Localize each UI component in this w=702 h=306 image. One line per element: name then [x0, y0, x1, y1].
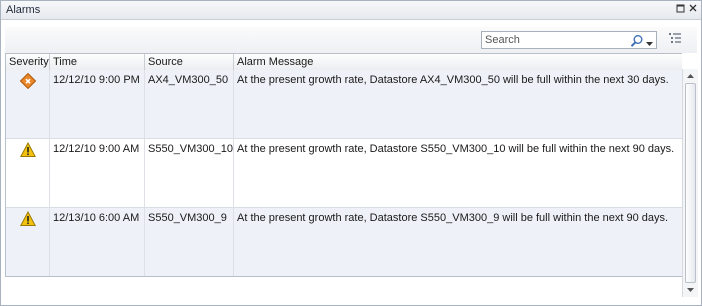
critical-diamond-icon [19, 72, 36, 90]
window-restore-icon[interactable] [675, 3, 687, 15]
severity-cell [6, 70, 50, 138]
source-cell: S550_VM300_10 [145, 139, 234, 207]
column-header-source[interactable]: Source [145, 54, 234, 70]
message-cell: At the present growth rate, Datastore AX… [237, 74, 669, 86]
toolbar [5, 27, 697, 53]
alarms-window: Alarms Search Severity Time Source Alarm… [0, 0, 702, 306]
column-header-alarm-message[interactable]: Alarm Message [234, 54, 682, 70]
scroll-down-arrow-icon[interactable] [686, 285, 695, 294]
scrollbar-thumb[interactable] [685, 83, 696, 283]
warning-triangle-icon [19, 141, 36, 157]
search-input[interactable] [485, 33, 625, 47]
severity-cell [6, 139, 50, 207]
message-cell: At the present growth rate, Datastore S5… [237, 212, 669, 224]
table-row[interactable]: 12/12/10 9:00 AM S550_VM300_10 At the pr… [6, 139, 682, 208]
scroll-up-arrow-icon[interactable] [686, 72, 695, 81]
time-cell: 12/12/10 9:00 AM [50, 139, 145, 207]
list-options-icon[interactable] [669, 33, 683, 45]
table-row[interactable]: 12/13/10 6:00 AM S550_VM300_9 At the pre… [6, 208, 682, 276]
table-header: Severity Time Source Alarm Message [6, 54, 682, 71]
magnifier-icon[interactable] [630, 34, 644, 48]
message-cell: At the present growth rate, Datastore S5… [237, 143, 675, 155]
warning-triangle-icon [19, 210, 36, 226]
window-title: Alarms [6, 4, 41, 16]
time-cell: 12/12/10 9:00 PM [50, 70, 145, 138]
source-cell: AX4_VM300_50 [145, 70, 234, 138]
table-row[interactable]: 12/12/10 9:00 PM AX4_VM300_50 At the pre… [6, 70, 682, 139]
source-cell: S550_VM300_9 [145, 208, 234, 276]
severity-cell [6, 208, 50, 276]
column-header-time[interactable]: Time [50, 54, 145, 70]
time-cell: 12/13/10 6:00 AM [50, 208, 145, 276]
vertical-scrollbar[interactable] [682, 69, 698, 297]
column-header-severity[interactable]: Severity [6, 54, 50, 70]
close-icon[interactable] [687, 3, 699, 15]
search-box[interactable] [481, 31, 657, 49]
title-bar: Alarms [1, 1, 701, 20]
chevron-down-icon[interactable] [646, 38, 653, 50]
alarms-table: Severity Time Source Alarm Message 12/12… [5, 53, 682, 277]
